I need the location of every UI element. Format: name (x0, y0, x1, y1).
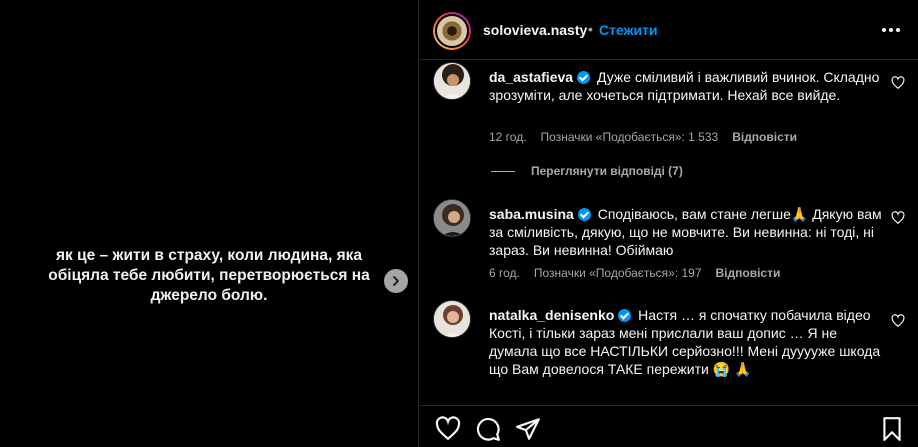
reply-button[interactable]: Відповісти (732, 130, 797, 144)
comment-likes[interactable]: Позначки «Подобається»: 197 (534, 266, 702, 280)
author-avatar[interactable] (433, 12, 471, 50)
follow-button[interactable]: Стежити (599, 22, 658, 38)
verified-icon (618, 309, 632, 322)
post-actions-bar (419, 405, 918, 447)
comment-username[interactable]: saba.musina (489, 206, 574, 222)
next-slide-button[interactable] (384, 269, 408, 293)
comment-likes[interactable]: Позначки «Подобається»: 1 533 (541, 130, 719, 144)
view-replies-label: Переглянути відповіді (7) (531, 164, 683, 178)
post-media: як це – жити в страху, коли людина, яка … (0, 0, 418, 447)
post-header: solovieva.nasty • Стежити (419, 0, 918, 60)
comment-time: 6 год. (489, 266, 520, 280)
more-options-button[interactable] (881, 22, 901, 38)
comment-text-block: saba.musina Сподіваюсь, вам стане легше🙏… (489, 205, 889, 259)
view-replies-button[interactable]: Переглянути відповіді (7) (491, 164, 683, 178)
avatar[interactable] (433, 62, 471, 100)
comment-text-block: natalka_denisenko Настя … я спочатку поб… (489, 306, 889, 378)
verified-icon (577, 71, 591, 84)
chevron-right-icon (393, 276, 399, 286)
comment-username[interactable]: natalka_denisenko (489, 307, 614, 323)
author-username[interactable]: solovieva.nasty (483, 22, 587, 38)
post-panel: solovieva.nasty • Стежити da_astafieva Д… (419, 0, 918, 447)
verified-icon (577, 208, 591, 221)
share-icon[interactable] (515, 416, 541, 442)
reply-button[interactable]: Відповісти (716, 266, 781, 280)
heart-icon[interactable] (891, 76, 905, 90)
comment-icon[interactable] (475, 416, 501, 442)
comment-meta: 12 год. Позначки «Подобається»: 1 533 Відп… (489, 130, 811, 144)
header-separator: • (588, 21, 593, 37)
comment-time: 12 год. (489, 130, 527, 144)
heart-icon[interactable] (891, 314, 905, 328)
avatar[interactable] (433, 199, 471, 237)
comment-text-block: da_astafieva Дуже сміливий і важливий вч… (489, 68, 889, 104)
comment-username[interactable]: da_astafieva (489, 69, 573, 85)
avatar[interactable] (433, 300, 471, 338)
like-heart-icon[interactable] (435, 416, 461, 442)
more-icon (882, 28, 886, 32)
media-caption: як це – жити в страху, коли людина, яка … (48, 247, 370, 304)
bookmark-icon[interactable] (879, 416, 905, 442)
heart-icon[interactable] (891, 211, 905, 225)
comment-meta: 6 год. Позначки «Подобається»: 197 Відпові… (489, 266, 794, 280)
